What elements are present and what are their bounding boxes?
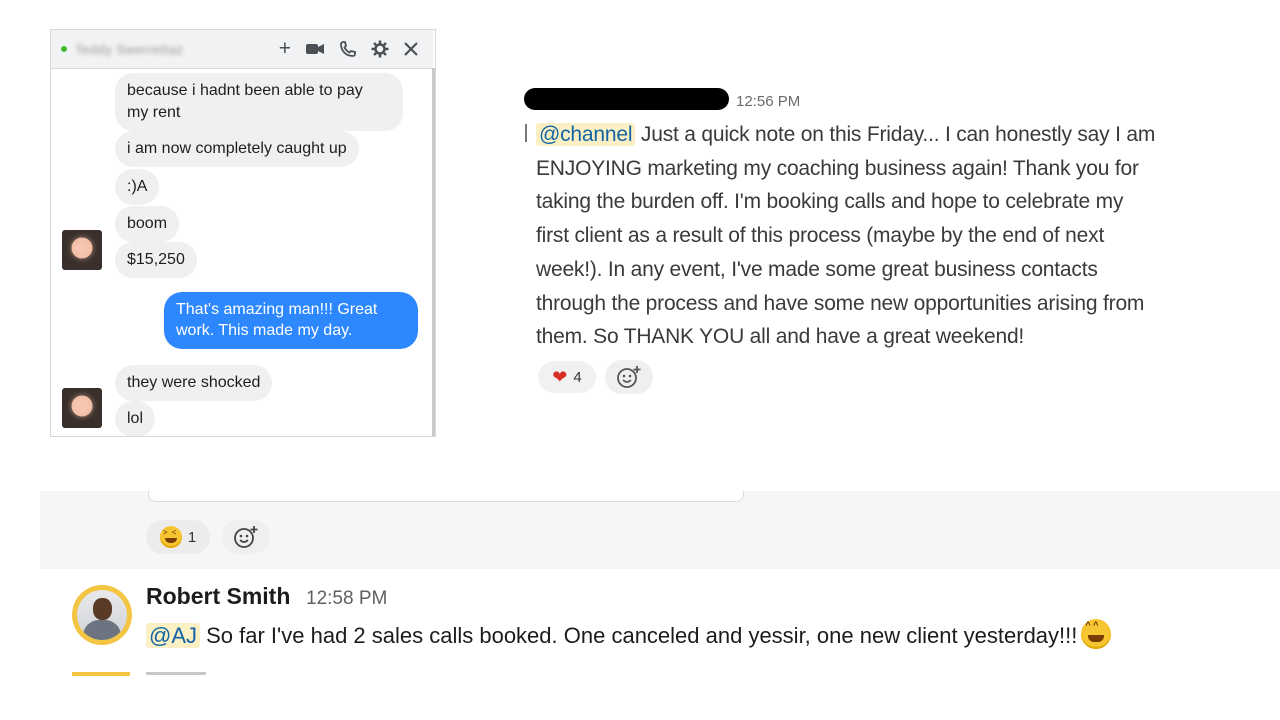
user-mention[interactable]: @AJ [146, 623, 201, 648]
message-line: first client as a result of this process… [536, 224, 1105, 248]
contact-avatar[interactable] [62, 388, 102, 428]
settings-icon[interactable] [371, 40, 389, 58]
online-status-icon [61, 46, 67, 52]
avatar-head [93, 598, 112, 620]
message-body: @channel Just a quick note on this Frida… [536, 118, 1236, 354]
grin-emoji-icon [1081, 619, 1112, 649]
text-cursor [525, 124, 527, 142]
laughing-emoji-icon [159, 526, 182, 548]
chat-message-incoming: i am now completely caught up [115, 131, 359, 167]
add-reaction-icon [234, 526, 258, 548]
chat-message-outgoing: That's amazing man!!! Great work. This m… [164, 292, 418, 349]
chat-header-actions: + [279, 38, 419, 60]
heart-reaction-button[interactable]: ❤ 4 [538, 361, 596, 393]
messenger-chat-window: Teddy Swerrettaz + because i hadnt been … [51, 30, 435, 436]
redacted-author-name [524, 88, 729, 110]
chat-message-incoming: $15,250 [115, 242, 197, 278]
close-icon[interactable] [403, 41, 419, 57]
add-reaction-icon [617, 366, 641, 388]
add-reaction-button[interactable] [222, 520, 270, 554]
message-line: through the process and have some new op… [536, 291, 1145, 315]
chat-message-incoming: they were shocked [115, 365, 273, 401]
chat-message-incoming: boom [115, 206, 180, 242]
message-timestamp[interactable]: 12:56 PM [736, 93, 800, 110]
message-line: ENJOYING marketing my coaching business … [536, 156, 1139, 180]
chat-contact-name[interactable]: Teddy Swerrettaz [75, 42, 183, 57]
chat-scrollbar[interactable] [432, 68, 435, 436]
add-reaction-button[interactable] [605, 360, 653, 394]
video-call-icon[interactable] [305, 41, 325, 57]
add-icon[interactable]: + [279, 38, 291, 60]
next-avatar-partial [72, 672, 130, 676]
avatar-body [83, 620, 121, 640]
contact-avatar[interactable] [62, 230, 102, 270]
author-avatar[interactable] [72, 585, 132, 645]
message-line: week!). In any event, I've made some gre… [536, 257, 1098, 281]
chat-message-incoming: because i hadnt been able to pay my rent [115, 73, 403, 131]
attachment-preview-edge [148, 491, 744, 502]
message-timestamp[interactable]: 12:58 PM [306, 588, 387, 610]
chat-message-incoming: :)A [115, 169, 160, 205]
message-body: @AJ So far I've had 2 sales calls booked… [146, 619, 1112, 649]
message-line: @channel Just a quick note on this Frida… [536, 118, 1236, 152]
message-line: them. So THANK YOU all and have a great … [536, 325, 1025, 349]
chat-header: Teddy Swerrettaz + [51, 30, 433, 69]
message-line: taking the burden off. I'm booking calls… [536, 190, 1124, 214]
next-message-partial [146, 672, 206, 675]
reaction-count: 1 [187, 528, 197, 546]
channel-mention[interactable]: @channel [536, 123, 636, 146]
chat-message-incoming: lol [115, 401, 156, 436]
avatar-photo [77, 590, 127, 640]
laughing-reaction-button[interactable]: 1 [146, 520, 210, 554]
heart-icon: ❤ [552, 367, 568, 387]
author-name[interactable]: Robert Smith [146, 583, 290, 610]
reaction-count: 4 [573, 368, 582, 386]
phone-icon[interactable] [339, 40, 357, 58]
